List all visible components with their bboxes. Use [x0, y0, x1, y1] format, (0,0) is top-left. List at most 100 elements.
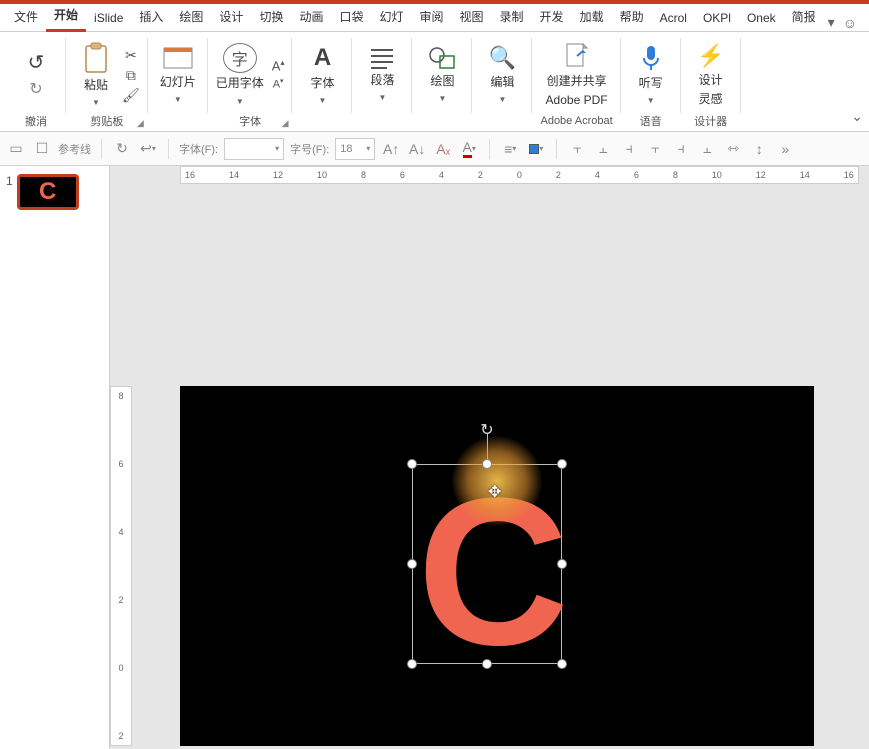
- thumbnail-item[interactable]: 1 C: [6, 174, 103, 210]
- checkbox-icon[interactable]: ☐: [32, 139, 52, 159]
- canvas[interactable]: ↻ C ✥: [180, 386, 814, 746]
- drawing-button[interactable]: 绘图 ▼: [420, 46, 464, 103]
- tab-review[interactable]: 审阅: [412, 4, 452, 31]
- font-select-label: 字体(F):: [179, 141, 218, 157]
- group-clipboard-label: 剪贴板◢: [74, 113, 140, 129]
- tab-onek[interactable]: Onek: [739, 7, 784, 31]
- dictate-drop-icon[interactable]: ▼: [647, 96, 655, 105]
- copy-icon[interactable]: ⧉: [122, 68, 140, 82]
- font-launcher-icon[interactable]: ◢: [282, 118, 289, 129]
- usedfont-button[interactable]: 字 已用字体 ▼: [216, 43, 264, 105]
- undo-button[interactable]: ↺ ↻: [14, 50, 58, 99]
- resize-handle-nw[interactable]: [407, 459, 417, 469]
- tab-help[interactable]: 帮助: [612, 4, 652, 31]
- selected-shape[interactable]: ↻ C ✥: [412, 464, 562, 664]
- menu-bar: 文件 开始 iSlide 插入 绘图 设计 切换 动画 口袋 幻灯 审阅 视图 …: [0, 4, 869, 32]
- tab-slideshow[interactable]: 幻灯: [371, 4, 411, 31]
- ribbon-overflow[interactable]: ⌄: [845, 32, 869, 131]
- paste-drop-icon[interactable]: ▼: [92, 98, 100, 107]
- tab-developer[interactable]: 开发: [532, 4, 572, 31]
- cut-icon[interactable]: ✂: [122, 48, 140, 62]
- paragraph-label: 段落: [370, 73, 394, 87]
- shrink-font-icon[interactable]: A↓: [407, 139, 427, 159]
- ribbon-options-icon[interactable]: ▾: [828, 14, 835, 31]
- align-middle-icon[interactable]: ⫞: [671, 139, 691, 159]
- group-adobe: 创建并共享 Adobe PDF Adobe Acrobat: [532, 32, 620, 131]
- tab-pocket[interactable]: 口袋: [331, 4, 371, 31]
- tab-transitions[interactable]: 切换: [251, 4, 291, 31]
- slide-editor[interactable]: 1614121086420246810121416 864202 ↻ C ✥: [110, 166, 869, 749]
- tab-view[interactable]: 视图: [452, 4, 492, 31]
- editing-button[interactable]: 🔍 编辑 ▼: [480, 45, 524, 104]
- tab-islide[interactable]: iSlide: [86, 7, 131, 31]
- align-right-icon[interactable]: ⫞: [619, 139, 639, 159]
- tab-draw[interactable]: 绘图: [171, 4, 211, 31]
- resize-handle-e[interactable]: [557, 559, 567, 569]
- paragraph-button[interactable]: 段落 ▼: [360, 47, 404, 102]
- slide[interactable]: ↻ C ✥: [180, 386, 814, 746]
- increase-font-icon[interactable]: A▴: [272, 59, 285, 72]
- search-icon: 🔍: [489, 45, 516, 71]
- size-select[interactable]: 18▾: [335, 138, 375, 160]
- tab-okpi[interactable]: OKPl: [695, 7, 739, 31]
- refresh-icon[interactable]: ↻: [112, 139, 132, 159]
- resize-handle-w[interactable]: [407, 559, 417, 569]
- slides-drop-icon[interactable]: ▼: [174, 95, 182, 104]
- resize-handle-n[interactable]: [482, 459, 492, 469]
- guides-label[interactable]: 参考线: [58, 141, 91, 157]
- group-font-label2: [300, 113, 344, 129]
- font-color-icon[interactable]: A▾: [459, 139, 479, 159]
- dictate-button[interactable]: 听写 ▼: [629, 44, 673, 105]
- font-drop-icon[interactable]: ▼: [319, 96, 327, 105]
- paste-button[interactable]: 粘贴 ▼: [74, 42, 118, 107]
- app-window: 文件 开始 iSlide 插入 绘图 设计 切换 动画 口袋 幻灯 审阅 视图 …: [0, 0, 869, 749]
- font-button[interactable]: A 字体 ▼: [300, 44, 344, 105]
- resize-handle-sw[interactable]: [407, 659, 417, 669]
- paragraph-drop-icon[interactable]: ▼: [379, 93, 387, 102]
- group-adobe-label: Adobe Acrobat: [540, 113, 612, 129]
- smile-icon[interactable]: ☺: [843, 15, 857, 31]
- tab-brief[interactable]: 简报: [784, 4, 824, 31]
- designer-button[interactable]: ⚡ 设计 灵感: [689, 43, 733, 106]
- format-painter-icon[interactable]: 🖌: [122, 88, 140, 102]
- font-select[interactable]: ▾: [224, 138, 284, 160]
- tab-animations[interactable]: 动画: [291, 4, 331, 31]
- overflow-icon[interactable]: »: [775, 139, 795, 159]
- redo-icon[interactable]: ↻: [29, 79, 42, 99]
- tab-addins[interactable]: 加载: [572, 4, 612, 31]
- tab-design[interactable]: 设计: [211, 4, 251, 31]
- align-icon[interactable]: ≡▾: [500, 139, 520, 159]
- resize-handle-se[interactable]: [557, 659, 567, 669]
- align-center-h-icon[interactable]: ⫠: [593, 139, 613, 159]
- thumbnail-pane[interactable]: 1 C: [0, 166, 110, 749]
- adobe-button[interactable]: 创建并共享 Adobe PDF: [546, 42, 608, 107]
- distribute-h-icon[interactable]: ⇿: [723, 139, 743, 159]
- tab-insert[interactable]: 插入: [131, 4, 171, 31]
- distribute-v-icon[interactable]: ↕: [749, 139, 769, 159]
- decrease-font-icon[interactable]: A▾: [272, 78, 285, 91]
- font-icon: A: [314, 44, 331, 72]
- tab-record[interactable]: 录制: [492, 4, 532, 31]
- tab-file[interactable]: 文件: [6, 4, 46, 31]
- rotate-handle-icon[interactable]: ↻: [477, 420, 497, 440]
- resize-handle-ne[interactable]: [557, 459, 567, 469]
- grow-font-icon[interactable]: A↑: [381, 139, 401, 159]
- slides-button[interactable]: 幻灯片 ▼: [156, 45, 200, 104]
- thumbnail-preview[interactable]: C: [17, 174, 79, 210]
- undo-small-icon[interactable]: ↩▾: [138, 139, 158, 159]
- letter-shape[interactable]: C: [412, 464, 562, 664]
- shape-fill-icon[interactable]: ▾: [526, 139, 546, 159]
- clipboard-launcher-icon[interactable]: ◢: [137, 118, 144, 129]
- resize-handle-s[interactable]: [482, 659, 492, 669]
- clear-format-icon[interactable]: Aₓ: [433, 139, 453, 159]
- paragraph-icon: [369, 47, 395, 69]
- drawing-drop-icon[interactable]: ▼: [439, 94, 447, 103]
- text-box-icon[interactable]: ▭: [6, 139, 26, 159]
- tab-home[interactable]: 开始: [46, 2, 86, 32]
- editing-drop-icon[interactable]: ▼: [499, 95, 507, 104]
- tab-acrobat[interactable]: Acrol: [652, 7, 695, 31]
- usedfont-drop-icon[interactable]: ▼: [236, 97, 244, 106]
- align-top-icon[interactable]: ⫟: [645, 139, 665, 159]
- align-left-icon[interactable]: ⫟: [567, 139, 587, 159]
- align-bottom-icon[interactable]: ⫠: [697, 139, 717, 159]
